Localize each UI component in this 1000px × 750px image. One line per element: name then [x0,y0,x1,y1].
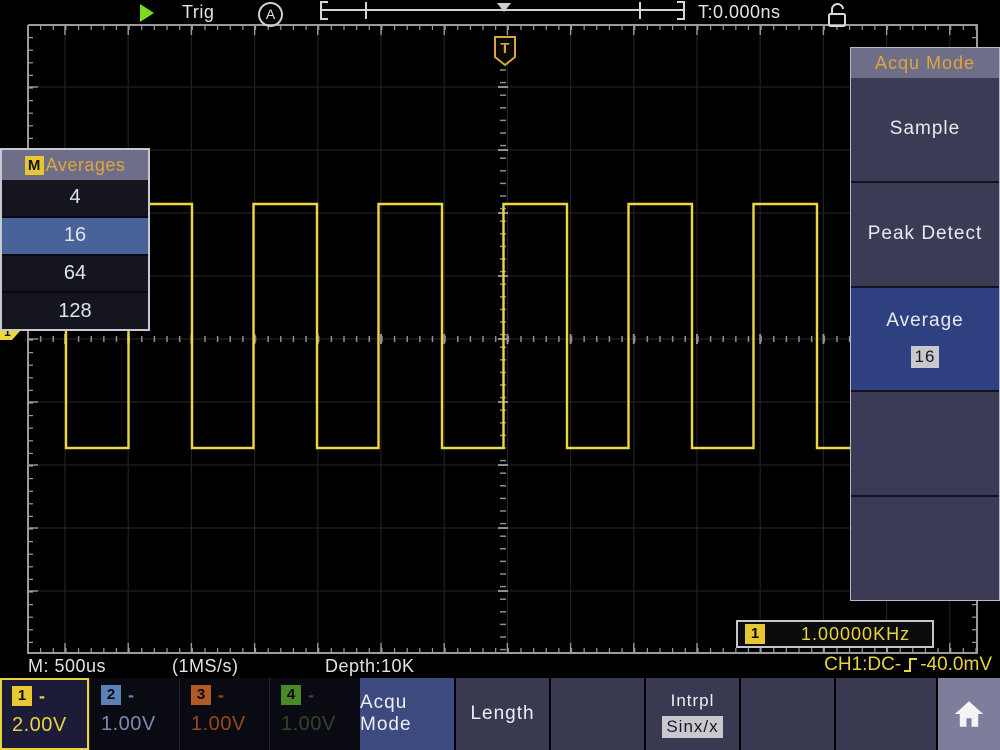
acqu-panel-header: Acqu Mode [851,48,999,78]
softkey-acqu-mode[interactable]: Acqu Mode [360,678,454,750]
softkey-acqu-mode-label: Acqu Mode [360,692,454,736]
softkey-blank-3[interactable] [836,678,936,750]
peak-detect-label: Peak Detect [868,223,983,245]
channel-4-coupling: - [308,685,314,706]
acqu-mode-panel: Acqu Mode Sample Peak Detect Average 16 [850,47,1000,601]
panel-button-sample[interactable]: Sample [851,78,999,183]
channel-3-badge: 3 [191,685,211,705]
acqu-panel-title: Acqu Mode [875,53,975,74]
channel-3-coupling: - [218,685,224,706]
depth-readout: Depth:10K [325,656,415,677]
channel-1-coupling: - [39,686,45,707]
record-view-bracket [0,0,1000,24]
channel-2-box[interactable]: 2 - 1.00V [89,678,178,750]
averages-menu-title: Averages [46,155,126,176]
softkey-intrpl-label: Intrpl [671,691,715,711]
unlock-icon [824,1,850,29]
channel-bar: 1 - 2.00V 2 - 1.00V 3 - 1.00V 4 - 1.00V [0,678,360,750]
intrpl-value: Sinx/x [662,716,722,738]
softkey-blank-2[interactable] [741,678,834,750]
trigger-time-readout: T:0.000ns [698,2,781,23]
channel-4-box[interactable]: 4 - 1.00V [269,678,360,750]
sample-label: Sample [890,118,960,140]
home-button[interactable] [938,678,1000,750]
frequency-value: 1.00000KHz [801,624,910,645]
average-label: Average [886,310,963,332]
panel-button-blank-2[interactable] [851,497,999,600]
averages-option-128[interactable]: 128 [2,291,148,329]
averages-option-16[interactable]: 16 [2,216,148,254]
frequency-readout: 1 1.00000KHz [736,620,934,648]
averages-menu: M Averages 4 16 64 128 [0,148,150,331]
channel-3-box[interactable]: 3 - 1.00V [179,678,268,750]
softkey-intrpl[interactable]: Intrpl Sinx/x [646,678,739,750]
averages-menu-header: M Averages [2,150,148,180]
averages-option-4[interactable]: 4 [2,180,148,216]
home-icon [952,697,986,731]
channel-1-scale: 2.00V [12,714,87,737]
channel-2-scale: 1.00V [101,713,178,736]
channel-4-scale: 1.00V [281,713,360,736]
timebase-readout: M: 500us [28,656,106,677]
m-knob-badge: M [25,156,44,175]
sample-rate-readout: (1MS/s) [172,656,239,677]
softkey-blank-1[interactable] [551,678,644,750]
softkey-length-label: Length [470,703,534,725]
channel-1-badge: 1 [12,686,32,706]
channel-4-badge: 4 [281,685,301,705]
channel-2-badge: 2 [101,685,121,705]
freq-channel-badge: 1 [745,624,765,644]
ch1-waveform [28,204,851,448]
channel-3-scale: 1.00V [191,713,268,736]
panel-button-average[interactable]: Average 16 [851,288,999,393]
channel-2-coupling: - [128,685,134,706]
panel-button-blank-1[interactable] [851,392,999,497]
average-count-value: 16 [911,346,940,368]
channel-1-box[interactable]: 1 - 2.00V [0,678,89,750]
oscilloscope-screen: Trig A T:0.000ns 1T 1 1.00000KHz M Avera… [0,0,1000,750]
softkey-length[interactable]: Length [456,678,549,750]
svg-text:T: T [500,40,509,57]
averages-option-64[interactable]: 64 [2,254,148,292]
panel-button-peak-detect[interactable]: Peak Detect [851,183,999,288]
